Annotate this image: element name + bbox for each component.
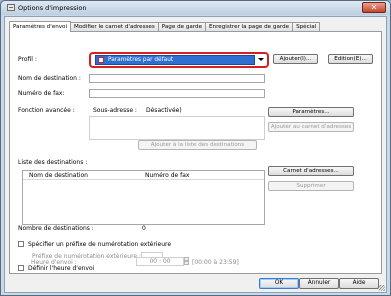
- profile-dropdown[interactable]: Paramètres par défaut: [95, 55, 255, 65]
- fax-number-input[interactable]: [89, 89, 265, 98]
- window-title: Options d'impression: [18, 4, 87, 12]
- edit-profile-button[interactable]: Edition(E)...: [328, 54, 373, 64]
- printer-icon: [7, 4, 15, 11]
- title-bar[interactable]: Options d'impression ✕: [1, 1, 390, 15]
- time-down-icon[interactable]: [184, 261, 189, 265]
- profile-label: Profil :: [18, 56, 37, 63]
- add-to-address-book-button[interactable]: Ajouter au carnet d'adresses: [268, 122, 354, 132]
- address-book-button[interactable]: Carnet d'adresses...: [268, 166, 354, 176]
- subaddress-value: Désactivée): [146, 107, 182, 114]
- fax-number-label: Numéro de fax:: [18, 90, 65, 97]
- column-destination-name[interactable]: Nom de destination: [29, 172, 88, 179]
- dialog-body: Paramètres d'envoi Modifier le carnet d'…: [4, 16, 387, 293]
- profile-document-icon: [98, 57, 104, 63]
- destination-name-label: Nom de destination :: [18, 75, 81, 82]
- delete-button[interactable]: Supprimer: [268, 181, 354, 191]
- destination-list[interactable]: Nom de destination Numéro de fax: [22, 170, 265, 225]
- profile-dropdown-value: Paramètres par défaut: [108, 57, 174, 63]
- send-settings-panel: Profil : Paramètres par défaut Ajouter(I…: [9, 31, 382, 274]
- destination-count-value: 0: [142, 225, 146, 232]
- parameters-button[interactable]: Paramètres...: [268, 107, 354, 117]
- chevron-down-icon[interactable]: [258, 58, 264, 61]
- resize-grip-icon[interactable]: [379, 285, 385, 291]
- tab-send-settings[interactable]: Paramètres d'envoi: [9, 21, 72, 32]
- destination-list-label: Liste des destinations :: [18, 159, 88, 166]
- add-profile-button[interactable]: Ajouter(I)...: [273, 54, 318, 64]
- destination-name-input[interactable]: [89, 74, 265, 83]
- prefix-checkbox[interactable]: [18, 241, 24, 247]
- column-fax-number[interactable]: Numéro de fax: [145, 172, 190, 179]
- cancel-button[interactable]: Annuler: [299, 278, 339, 289]
- profile-highlight: Paramètres par défaut: [89, 52, 269, 68]
- send-time-checkbox-label[interactable]: Définir l'heure d'envoi: [28, 265, 94, 272]
- help-button[interactable]: Aide: [339, 278, 379, 289]
- send-time-input[interactable]: 00 : 00: [136, 257, 184, 266]
- advanced-function-box: [89, 116, 265, 140]
- ok-button[interactable]: OK: [259, 278, 299, 289]
- print-options-dialog: Options d'impression ✕ Paramètres d'envo…: [0, 0, 391, 296]
- advanced-function-label: Fonction avancée :: [18, 107, 75, 114]
- add-to-destination-list-button[interactable]: Ajouter à la liste des destinations: [138, 140, 257, 150]
- send-time-range: [00:00 à 23:59]: [192, 259, 239, 266]
- prefix-checkbox-label[interactable]: Spécifier un préfixe de numérotation ext…: [28, 241, 171, 248]
- destination-count-label: Nombre de destinations :: [18, 225, 94, 232]
- subaddress-label: Sous-adresse :: [93, 107, 137, 114]
- send-time-label: Heure d'envoi :: [31, 259, 77, 266]
- destination-list-header: Nom de destination Numéro de fax: [23, 171, 264, 180]
- send-time-checkbox[interactable]: [18, 265, 24, 271]
- close-button[interactable]: ✕: [362, 2, 386, 13]
